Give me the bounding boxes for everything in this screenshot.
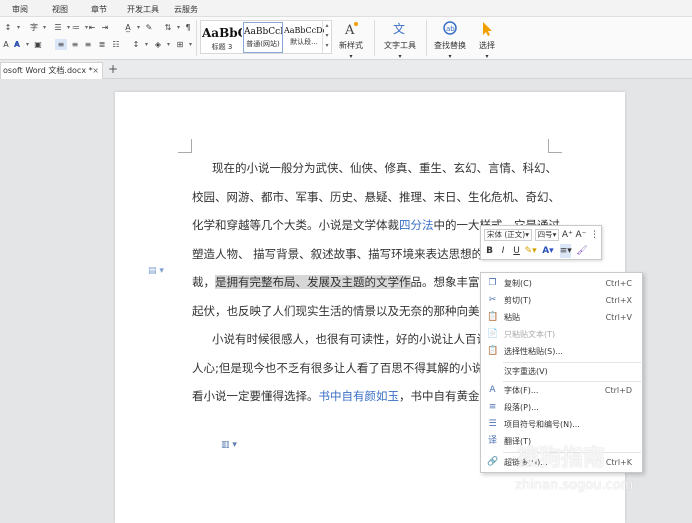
copy-icon: ❐	[488, 278, 497, 288]
font-color-icon[interactable]: A	[11, 39, 29, 50]
menu-tab-view[interactable]: 视图	[52, 4, 68, 15]
document-tab[interactable]: osoft Word 文档.docx * ×	[0, 62, 103, 79]
menu-tab-developer[interactable]: 开发工具	[127, 4, 159, 15]
hyperlink-icon: 🔗	[487, 457, 499, 467]
underline-icon[interactable]: ↕	[2, 22, 20, 33]
ribbon: ↕ 字 ☰ ≔ ⇤ ⇥ A̲ ✎ ⇅ ¶ A A ▣ ≡ ≡ ≡ ≣ ☷ ↕ ◈…	[0, 17, 692, 60]
menu-item-translate[interactable]: 译 翻译(T)	[481, 433, 642, 451]
document-tab-bar: osoft Word 文档.docx * × +	[0, 60, 692, 79]
underline-button[interactable]: U	[511, 244, 522, 258]
line-spacing-icon[interactable]: ↕	[130, 39, 148, 50]
font-name-select[interactable]: 宋体 (正文)▾	[484, 229, 533, 241]
ribbon-separator	[196, 20, 197, 56]
distribute-icon[interactable]: ☷	[110, 39, 122, 50]
menu-item-paste[interactable]: 📋 粘贴 Ctrl+V	[481, 309, 642, 327]
paste-icon: 📋	[487, 312, 499, 322]
menu-item-paste-special[interactable]: 📋 选择性粘贴(S)...	[481, 343, 642, 361]
document-tab-title: osoft Word 文档.docx *	[3, 66, 93, 75]
numbered-list-icon[interactable]: ≔	[70, 22, 88, 33]
cut-icon: ✂	[488, 295, 497, 305]
link-sifenfa[interactable]: 四分法	[399, 218, 434, 232]
svg-text:A: A	[344, 23, 355, 38]
selected-text[interactable]: 是拥有完整布局、发展及主题的文学作	[215, 275, 411, 289]
context-menu: ❐ 复制(C) Ctrl+C ✂ 剪切(T) Ctrl+X 📋 粘贴 Ctrl+V 📄…	[480, 272, 643, 473]
increase-indent-icon[interactable]: ⇥	[99, 22, 111, 33]
mini-toolbar: 宋体 (正文)▾ 四号▾ A⁺ A⁻ ⋮ B I U ✎▾ A▾ ≡▾ 🖌	[480, 225, 602, 260]
find-replace-icon: ab	[443, 21, 457, 35]
menu-item-copy[interactable]: ❐ 复制(C) Ctrl+C	[481, 275, 642, 293]
menu-item-bullets[interactable]: ☰ 项目符号和编号(N)...	[481, 416, 642, 434]
link-shuzhong[interactable]: 书中自有颜如玉	[319, 389, 400, 403]
margin-corner-tl	[178, 139, 192, 153]
align-center-icon[interactable]: ≡	[69, 39, 81, 50]
styles-scroll[interactable]: ▴ ▾ ▾	[322, 21, 331, 53]
style-normal-web[interactable]: AaBbCcD 普通(网站)	[243, 22, 283, 53]
style-default-paragraph[interactable]: AaBbCcDd 默认段...	[284, 22, 324, 53]
decrease-indent-icon[interactable]: ⇤	[86, 22, 98, 33]
char-border-icon[interactable]: ▣	[32, 39, 44, 50]
font-size-select[interactable]: 四号▾	[534, 229, 560, 241]
sort-icon[interactable]: ⇅	[162, 22, 180, 33]
paste-special-icon: 📋	[487, 346, 499, 356]
svg-text:ab: ab	[446, 25, 455, 33]
ribbon-separator	[374, 20, 375, 56]
menu-separator	[503, 452, 641, 453]
menu-tab-chapter[interactable]: 章节	[91, 4, 107, 15]
bold-button[interactable]: B	[484, 244, 495, 258]
paragraph-icon: ≡	[488, 402, 497, 412]
more-icon[interactable]: ⋮	[589, 228, 600, 242]
align-icon[interactable]: ≡▾	[559, 244, 572, 258]
align-right-icon[interactable]: ≡	[82, 39, 94, 50]
shading-icon[interactable]: ◈	[152, 39, 170, 50]
mini-toolbar-row-1: 宋体 (正文)▾ 四号▾ A⁺ A⁻ ⋮	[484, 228, 600, 242]
bullets-icon: ☰	[488, 419, 497, 429]
text-tools-icon: 文	[393, 21, 405, 36]
new-style-button[interactable]: A 新样式 ▾	[334, 20, 368, 60]
grow-font-icon[interactable]: A⁺	[562, 228, 573, 242]
align-left-icon[interactable]: ≡	[55, 39, 67, 50]
highlight-icon[interactable]: ✎▾	[525, 244, 537, 258]
menu-bar: 审阅 视图 章节 开发工具 云服务	[0, 0, 692, 17]
select-button[interactable]: 选择 ▾	[474, 20, 500, 60]
paste-text-icon: 📄	[487, 329, 499, 339]
paste-options-icon[interactable]: ▥ ▾	[221, 440, 237, 450]
find-replace-button[interactable]: ab 查找替换 ▾	[430, 20, 470, 60]
menu-item-cut[interactable]: ✂ 剪切(T) Ctrl+X	[481, 292, 642, 310]
mini-toolbar-row-2: B I U ✎▾ A▾ ≡▾ 🖌	[484, 244, 588, 258]
justify-icon[interactable]: ≣	[96, 39, 108, 50]
font-size-icon[interactable]: 字	[28, 22, 46, 33]
font-color-icon[interactable]: A▾	[542, 244, 553, 258]
cursor-icon	[483, 22, 492, 36]
clear-format-icon[interactable]: ✎	[143, 22, 155, 33]
borders-icon[interactable]: ⊞	[174, 39, 192, 50]
text-tools-button[interactable]: 文 文字工具 ▾	[380, 20, 420, 60]
shrink-font-icon[interactable]: A⁻	[575, 228, 586, 242]
tab-close-icon[interactable]: ×	[92, 63, 99, 78]
font-icon: A	[489, 385, 496, 395]
translate-icon: 译	[487, 436, 497, 446]
italic-button[interactable]: I	[498, 244, 509, 258]
paragraph-layout-icon[interactable]: ▤ ▾	[148, 266, 164, 276]
style-heading3[interactable]: AaBbC 标题 3	[202, 22, 242, 53]
ribbon-separator	[426, 20, 427, 56]
menu-tab-review[interactable]: 审阅	[12, 4, 28, 15]
menu-item-reconvert[interactable]: 汉字重选(V)	[481, 363, 642, 381]
svg-text:文: 文	[393, 21, 405, 36]
new-tab-button[interactable]: +	[108, 62, 118, 76]
styles-gallery: AaBbC 标题 3 AaBbCcD 普通(网站) AaBbCcDd 默认段..…	[200, 20, 332, 54]
change-case-icon[interactable]: A̲	[122, 22, 140, 33]
margin-corner-tr	[548, 139, 562, 153]
menu-item-paste-text: 📄 只粘贴文本(T)	[487, 329, 556, 339]
menu-item-paragraph[interactable]: ≡ 段落(P)...	[481, 399, 642, 417]
format-painter-icon[interactable]: 🖌	[576, 244, 587, 258]
menu-tab-cloud[interactable]: 云服务	[174, 4, 198, 15]
show-marks-icon[interactable]: ¶	[182, 22, 194, 33]
menu-item-font[interactable]: A 字体(F)... Ctrl+D	[481, 382, 642, 400]
bullet-list-icon[interactable]: ☰	[52, 22, 70, 33]
menu-item-hyperlink[interactable]: 🔗 超链接(H)... Ctrl+K	[481, 454, 642, 472]
new-style-icon: A	[344, 22, 358, 38]
